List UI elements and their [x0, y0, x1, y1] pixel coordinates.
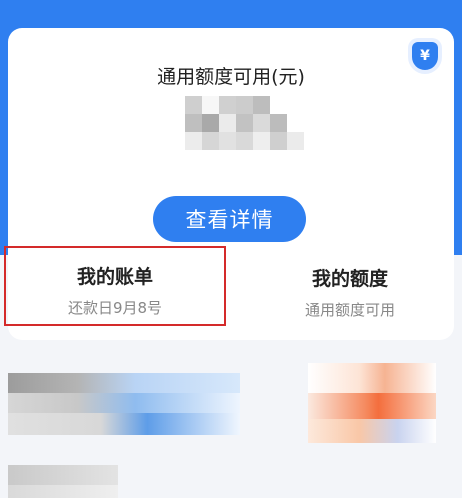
credit-amount-obscured — [168, 96, 304, 150]
my-quota-entry[interactable]: 我的额度 通用额度可用 — [240, 264, 454, 320]
my-quota-label: 我的额度 — [311, 268, 388, 290]
view-details-button[interactable]: 查看详情 — [153, 196, 306, 242]
my-quota-sub: 通用额度可用 — [304, 301, 395, 319]
my-bill-entry[interactable]: 我的账单 还款日9月8号 — [4, 246, 226, 326]
available-credit-title: 通用额度可用(元) — [157, 66, 305, 88]
my-bill-label: 我的账单 — [76, 266, 153, 288]
obscured-content-area — [0, 345, 462, 498]
repayment-date: 还款日9月8号 — [67, 299, 163, 317]
